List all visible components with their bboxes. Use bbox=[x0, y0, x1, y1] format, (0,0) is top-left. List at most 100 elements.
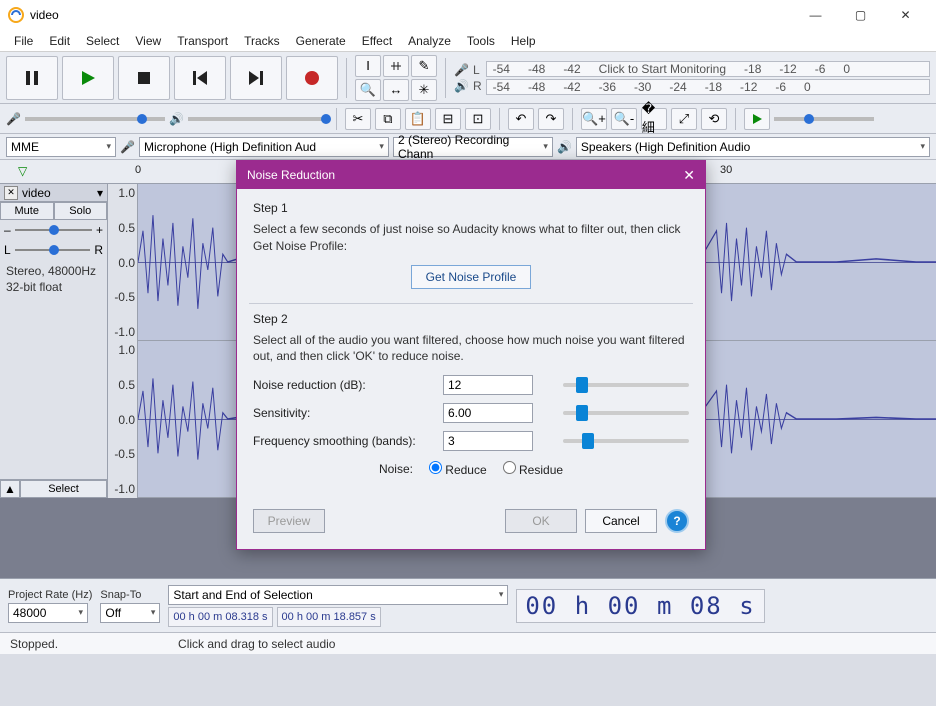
menu-tracks[interactable]: Tracks bbox=[236, 32, 288, 50]
ok-button[interactable]: OK bbox=[505, 509, 577, 533]
help-button[interactable]: ? bbox=[665, 509, 689, 533]
meter-tick: -6 bbox=[775, 80, 786, 94]
menu-select[interactable]: Select bbox=[78, 32, 127, 50]
snap-to-combo[interactable]: Off▾ bbox=[100, 603, 160, 623]
mute-button[interactable]: Mute bbox=[0, 202, 54, 220]
redo-button[interactable]: ↷ bbox=[538, 108, 564, 130]
maximize-button[interactable]: ▢ bbox=[838, 0, 883, 30]
track-menu-button[interactable]: ▾ bbox=[97, 186, 103, 200]
multi-tool-button[interactable]: ✳ bbox=[411, 79, 437, 101]
fit-selection-button[interactable]: �細 bbox=[641, 108, 667, 130]
skip-start-button[interactable] bbox=[174, 56, 226, 100]
menu-tools[interactable]: Tools bbox=[459, 32, 503, 50]
audio-position-display[interactable]: 00 h 00 m 08 s bbox=[516, 589, 764, 623]
menu-view[interactable]: View bbox=[127, 32, 169, 50]
close-button[interactable]: ✕ bbox=[883, 0, 928, 30]
undo-button[interactable]: ↶ bbox=[508, 108, 534, 130]
silence-button[interactable]: ⊡ bbox=[465, 108, 491, 130]
solo-button[interactable]: Solo bbox=[54, 202, 108, 220]
menu-effect[interactable]: Effect bbox=[354, 32, 400, 50]
noise-reduction-slider[interactable] bbox=[563, 383, 689, 387]
menu-help[interactable]: Help bbox=[503, 32, 544, 50]
cut-button[interactable]: ✂ bbox=[345, 108, 371, 130]
envelope-tool-button[interactable] bbox=[383, 55, 409, 77]
step1-description: Select a few seconds of just noise so Au… bbox=[253, 221, 689, 255]
collapse-button[interactable]: ▲ bbox=[0, 480, 20, 498]
selection-end-field[interactable]: 00 h 00 m 18.857 s bbox=[277, 607, 381, 627]
timeshift-tool-button[interactable]: ↔ bbox=[383, 79, 409, 101]
minimize-button[interactable]: — bbox=[793, 0, 838, 30]
zoom-toggle-button[interactable]: ⟲ bbox=[701, 108, 727, 130]
preview-button[interactable]: Preview bbox=[253, 509, 325, 533]
chevron-down-icon: ▾ bbox=[379, 141, 384, 152]
skip-end-button[interactable] bbox=[230, 56, 282, 100]
meter-tick: -24 bbox=[669, 80, 686, 94]
paste-button[interactable]: 📋 bbox=[405, 108, 431, 130]
zoom-out-button[interactable]: 🔍- bbox=[611, 108, 637, 130]
playback-meter[interactable]: -54 -48 -42 -36 -30 -24 -18 -12 -6 0 bbox=[486, 79, 930, 95]
combo-value: Microphone (High Definition Aud bbox=[144, 140, 316, 154]
gain-slider[interactable]: –+ bbox=[0, 220, 107, 240]
project-rate-label: Project Rate (Hz) bbox=[8, 589, 92, 601]
reduce-radio[interactable]: Reduce bbox=[429, 461, 487, 477]
speaker-icon: 🔊 bbox=[169, 112, 184, 126]
play-button[interactable] bbox=[62, 56, 114, 100]
menu-edit[interactable]: Edit bbox=[41, 32, 78, 50]
get-noise-profile-button[interactable]: Get Noise Profile bbox=[411, 265, 532, 289]
meter-tick: -30 bbox=[634, 80, 651, 94]
meter-tick: -42 bbox=[563, 62, 580, 76]
track-name[interactable]: video bbox=[22, 186, 51, 200]
residue-radio[interactable]: Residue bbox=[503, 461, 563, 477]
play-speed-slider[interactable] bbox=[774, 117, 874, 121]
audio-host-combo[interactable]: MME▾ bbox=[6, 137, 116, 157]
playback-volume-slider[interactable] bbox=[188, 117, 328, 121]
meter-tick: -18 bbox=[705, 80, 722, 94]
draw-tool-button[interactable]: ✎ bbox=[411, 55, 437, 77]
record-button[interactable] bbox=[286, 56, 338, 100]
ruler-tick: 30 bbox=[720, 164, 732, 176]
meter-tick: -6 bbox=[815, 62, 826, 76]
pause-button[interactable] bbox=[6, 56, 58, 100]
sensitivity-slider[interactable] bbox=[563, 411, 689, 415]
noise-label: Noise: bbox=[379, 462, 413, 476]
cancel-button[interactable]: Cancel bbox=[585, 509, 657, 533]
zoom-in-button[interactable]: 🔍+ bbox=[581, 108, 607, 130]
copy-button[interactable]: ⧉ bbox=[375, 108, 401, 130]
select-button[interactable]: Select bbox=[20, 480, 107, 498]
toolbar-divider bbox=[336, 108, 337, 130]
record-channels-combo[interactable]: 2 (Stereo) Recording Chann▾ bbox=[393, 137, 553, 157]
mic-icon: 🎤 bbox=[6, 112, 21, 126]
noise-reduction-dialog: Noise Reduction ✕ Step 1 Select a few se… bbox=[236, 160, 706, 550]
menu-generate[interactable]: Generate bbox=[288, 32, 354, 50]
track-close-button[interactable]: ✕ bbox=[4, 186, 18, 200]
dialog-titlebar[interactable]: Noise Reduction ✕ bbox=[237, 161, 705, 189]
record-meter[interactable]: -54 -48 -42 Click to Start Monitoring -1… bbox=[486, 61, 930, 77]
selection-start-field[interactable]: 00 h 00 m 08.318 s bbox=[168, 607, 272, 627]
record-volume-slider[interactable] bbox=[25, 117, 165, 121]
noise-reduction-input[interactable] bbox=[443, 375, 533, 395]
play-at-speed-button[interactable] bbox=[744, 108, 770, 130]
mixer-toolbar: 🎤 🔊 ✂ ⧉ 📋 ⊟ ⊡ ↶ ↷ 🔍+ 🔍- �細 ⤢ ⟲ bbox=[0, 104, 936, 134]
frequency-smoothing-label: Frequency smoothing (bands): bbox=[253, 434, 433, 448]
combo-value: MME bbox=[11, 140, 39, 154]
dialog-title: Noise Reduction bbox=[247, 168, 335, 182]
playhead-icon: ▽ bbox=[18, 164, 27, 178]
selection-tool-button[interactable]: I bbox=[355, 55, 381, 77]
zoom-tool-button[interactable]: 🔍 bbox=[355, 79, 381, 101]
meter-tick: -42 bbox=[563, 80, 580, 94]
fit-project-button[interactable]: ⤢ bbox=[671, 108, 697, 130]
frequency-smoothing-input[interactable] bbox=[443, 431, 533, 451]
dialog-close-button[interactable]: ✕ bbox=[683, 167, 695, 184]
project-rate-combo[interactable]: 48000▾ bbox=[8, 603, 88, 623]
menu-file[interactable]: File bbox=[6, 32, 41, 50]
sensitivity-input[interactable] bbox=[443, 403, 533, 423]
pan-slider[interactable]: LR bbox=[0, 240, 107, 260]
trim-button[interactable]: ⊟ bbox=[435, 108, 461, 130]
menu-transport[interactable]: Transport bbox=[169, 32, 236, 50]
frequency-smoothing-slider[interactable] bbox=[563, 439, 689, 443]
record-device-combo[interactable]: Microphone (High Definition Aud ▾ bbox=[139, 137, 389, 157]
selection-mode-combo[interactable]: Start and End of Selection▾ bbox=[168, 585, 508, 605]
playback-device-combo[interactable]: Speakers (High Definition Audio▾ bbox=[576, 137, 930, 157]
menu-analyze[interactable]: Analyze bbox=[400, 32, 459, 50]
stop-button[interactable] bbox=[118, 56, 170, 100]
